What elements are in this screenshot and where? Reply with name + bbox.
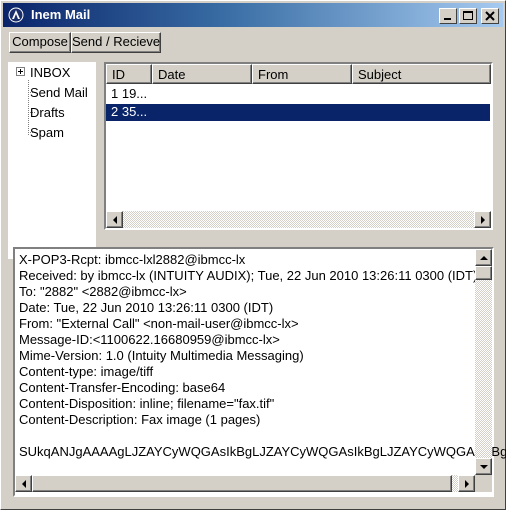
expand-icon[interactable]	[16, 67, 25, 76]
arrow-up-icon	[480, 256, 488, 260]
folder-inbox[interactable]: INBOX	[30, 65, 70, 80]
view-vertical-scrollbar[interactable]	[475, 249, 492, 475]
compose-button[interactable]: Compose	[9, 32, 71, 53]
header-line: Received: by ibmcc-lx (INTUITY AUDIX); T…	[19, 268, 478, 283]
message-row-text: 2 35...	[111, 104, 148, 119]
header-line: X-POP3-Rcpt: ibmcc-lxl2882@ibmcc-lx	[19, 252, 246, 267]
message-list: ID Date From Subject 1 19... 2 35...	[104, 62, 493, 230]
scroll-left-button[interactable]	[106, 211, 123, 228]
message-row-selected[interactable]: 2 35...	[106, 104, 490, 121]
maximize-icon	[463, 11, 473, 20]
minimize-icon	[444, 18, 451, 20]
scroll-down-button[interactable]	[475, 458, 492, 475]
header-line: From: "External Call" <non-mail-user@ibm…	[19, 316, 299, 331]
window-title: Inem Mail	[31, 7, 91, 22]
header-line: Content-Transfer-Encoding: base64	[19, 380, 226, 395]
arrow-right-icon	[465, 480, 469, 488]
header-line: Message-ID:<1100622.16680959@ibmcc-lx>	[19, 332, 280, 347]
message-row[interactable]: 1 19...	[106, 86, 506, 103]
scroll-right-button[interactable]	[474, 211, 491, 228]
minimize-button[interactable]	[439, 8, 457, 24]
scroll-right-button[interactable]	[458, 475, 475, 492]
header-line: Content-Disposition: inline; filename="f…	[19, 396, 275, 411]
scroll-left-button[interactable]	[15, 475, 32, 492]
folder-drafts[interactable]: Drafts	[30, 105, 65, 120]
scroll-up-button[interactable]	[475, 249, 492, 266]
maximize-button[interactable]	[459, 8, 477, 24]
list-horizontal-scrollbar[interactable]	[106, 211, 491, 228]
folder-spam[interactable]: Spam	[30, 125, 64, 140]
folder-tree: INBOX Send Mail Drafts Spam	[8, 62, 96, 259]
header-line: To: "2882" <2882@ibmcc-lx>	[19, 284, 187, 299]
column-header-from[interactable]: From	[252, 64, 352, 84]
header-line: Mime-Version: 1.0 (Intuity Multimedia Me…	[19, 348, 304, 363]
send-receive-button[interactable]: Send / Recieve	[71, 32, 161, 53]
header-line: Content-type: image/tiff	[19, 364, 154, 379]
arrow-right-icon	[481, 216, 485, 224]
column-header-subject[interactable]: Subject	[352, 64, 491, 84]
column-header-date[interactable]: Date	[152, 64, 252, 84]
header-line: Date: Tue, 22 Jun 2010 13:26:11 0300 (ID…	[19, 300, 274, 315]
header-line: Content-Description: Fax image (1 pages)	[19, 412, 261, 427]
arrow-left-icon	[22, 480, 26, 488]
arrow-left-icon	[113, 216, 117, 224]
body-line: SUkqANJgAAAAgLJZAYCyWQGAsIkBgLJZAYCyWQGA…	[19, 444, 506, 459]
mail-window: Inem Mail Compose Send / Recieve INBOX S…	[0, 0, 506, 510]
message-row-text: 1 19...	[111, 86, 148, 101]
app-icon	[8, 7, 24, 23]
close-button[interactable]	[481, 8, 499, 24]
message-view: X-POP3-Rcpt: ibmcc-lxl2882@ibmcc-lx Rece…	[13, 247, 506, 497]
arrow-down-icon	[480, 465, 488, 469]
scroll-corner	[475, 475, 492, 492]
horizontal-scroll-thumb[interactable]	[32, 475, 452, 492]
vertical-scroll-thumb[interactable]	[475, 266, 492, 280]
close-icon	[485, 11, 495, 21]
folder-send-mail[interactable]: Send Mail	[30, 85, 88, 100]
column-header-id[interactable]: ID	[106, 64, 152, 84]
title-bar[interactable]: Inem Mail	[3, 3, 503, 27]
